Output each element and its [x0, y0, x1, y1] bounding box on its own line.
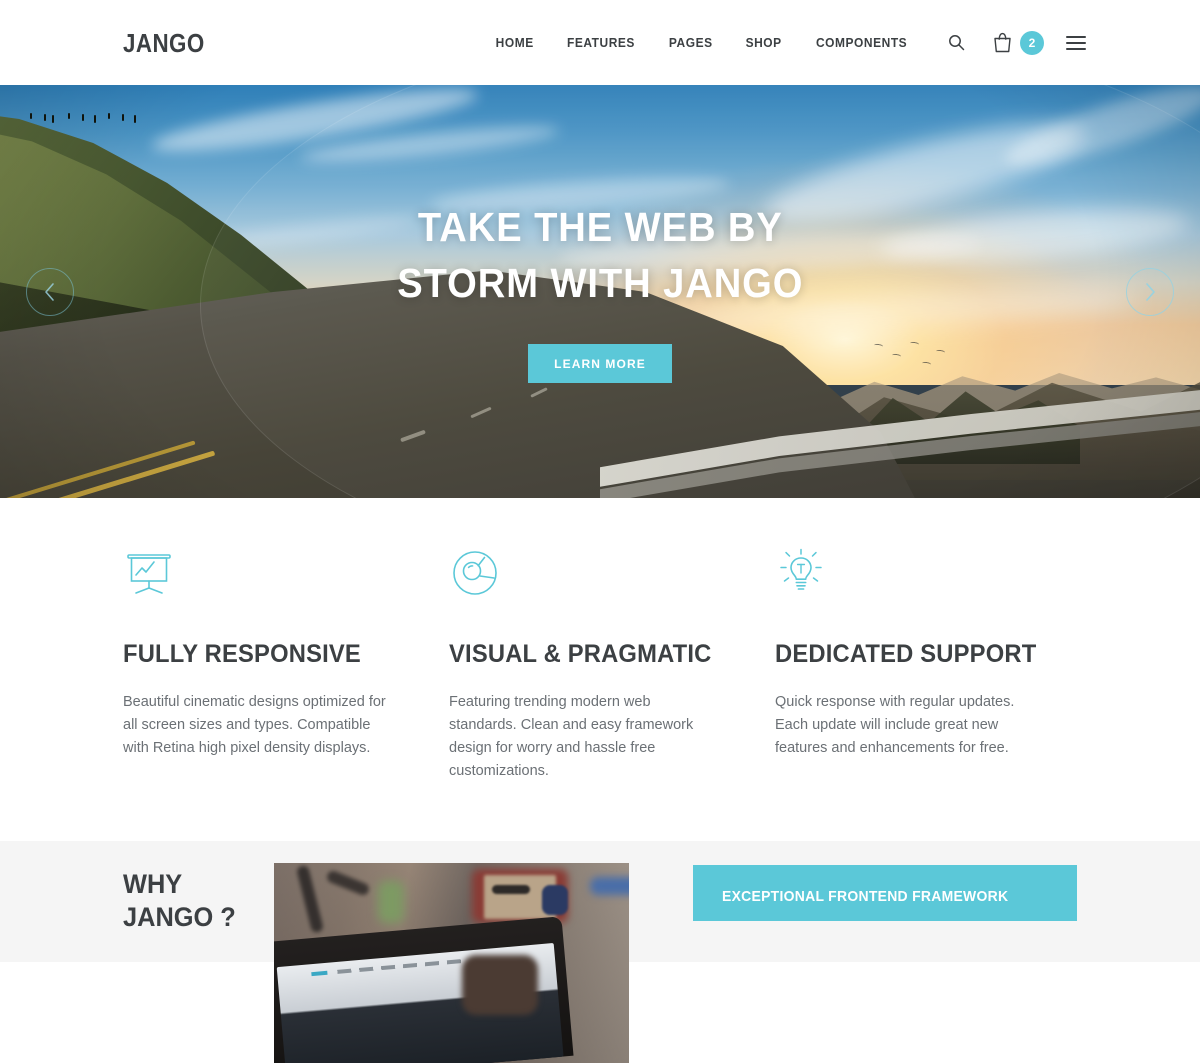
feature-description: Quick response with regular updates. Eac… — [775, 694, 1015, 756]
feature-card-dedicated-support: DEDICATED SUPPORT Quick response with re… — [775, 542, 1101, 783]
header-right-group: HOME FEATURES PAGES SHOP COMPONENTS 2 — [494, 29, 1090, 57]
feature-card-visual-pragmatic: VISUAL & PRAGMATIC Featuring trending mo… — [449, 542, 775, 783]
feature-description: Featuring trending modern web standards.… — [449, 694, 694, 779]
learn-more-button[interactable]: LEARN MORE — [528, 344, 672, 384]
hero-title-line-1: TAKE THE WEB BY — [417, 204, 783, 250]
pie-chart-icon — [449, 542, 747, 604]
why-heading-line-2: JANGO ? — [123, 901, 236, 932]
carousel-next-arrow-icon[interactable] — [1126, 267, 1174, 316]
why-jango-photo — [274, 863, 629, 1063]
feature-description: Beautiful cinematic designs optimized fo… — [123, 694, 386, 756]
nav-item-components[interactable]: COMPONENTS — [816, 35, 907, 50]
site-header: JANGO HOME FEATURES PAGES SHOP COMPONENT… — [0, 0, 1200, 85]
nav-item-pages[interactable]: PAGES — [669, 35, 713, 50]
hero-content: TAKE THE WEB BY STORM WITH JANGO LEARN M… — [0, 85, 1200, 498]
hero-title-line-2: STORM WITH JANGO — [396, 260, 804, 307]
cart-count-badge[interactable]: 2 — [1020, 30, 1044, 55]
carousel-prev-arrow-icon[interactable] — [26, 267, 74, 316]
feature-title: FULLY RESPONSIVE — [123, 640, 361, 668]
why-jango-highlight-panel: EXCEPTIONAL FRONTEND FRAMEWORK — [693, 865, 1077, 921]
main-navigation: HOME FEATURES PAGES SHOP COMPONENTS — [494, 35, 911, 50]
hero-carousel: TAKE THE WEB BY STORM WITH JANGO LEARN M… — [0, 85, 1200, 498]
presentation-chart-icon — [123, 542, 421, 604]
feature-title: DEDICATED SUPPORT — [775, 640, 1037, 668]
feature-card-fully-responsive: FULLY RESPONSIVE Beautiful cinematic des… — [123, 542, 449, 783]
nav-item-home[interactable]: HOME — [495, 35, 533, 50]
why-jango-heading: WHY JANGO ? — [123, 868, 236, 934]
site-logo[interactable]: JANGO — [123, 30, 205, 56]
nav-item-shop[interactable]: SHOP — [745, 35, 781, 50]
search-icon[interactable] — [942, 29, 970, 57]
hero-title: TAKE THE WEB BY STORM WITH JANGO — [397, 199, 803, 311]
features-section: FULLY RESPONSIVE Beautiful cinematic des… — [0, 498, 1200, 841]
nav-item-features[interactable]: FEATURES — [567, 35, 635, 50]
hamburger-menu-icon[interactable] — [1066, 31, 1090, 55]
lightbulb-icon — [775, 542, 1073, 604]
header-icon-group: 2 — [942, 29, 1090, 57]
shopping-bag-icon[interactable] — [988, 29, 1016, 57]
panel-title: EXCEPTIONAL FRONTEND FRAMEWORK — [722, 888, 1009, 905]
why-heading-line-1: WHY — [123, 868, 183, 899]
feature-title: VISUAL & PRAGMATIC — [449, 640, 712, 668]
